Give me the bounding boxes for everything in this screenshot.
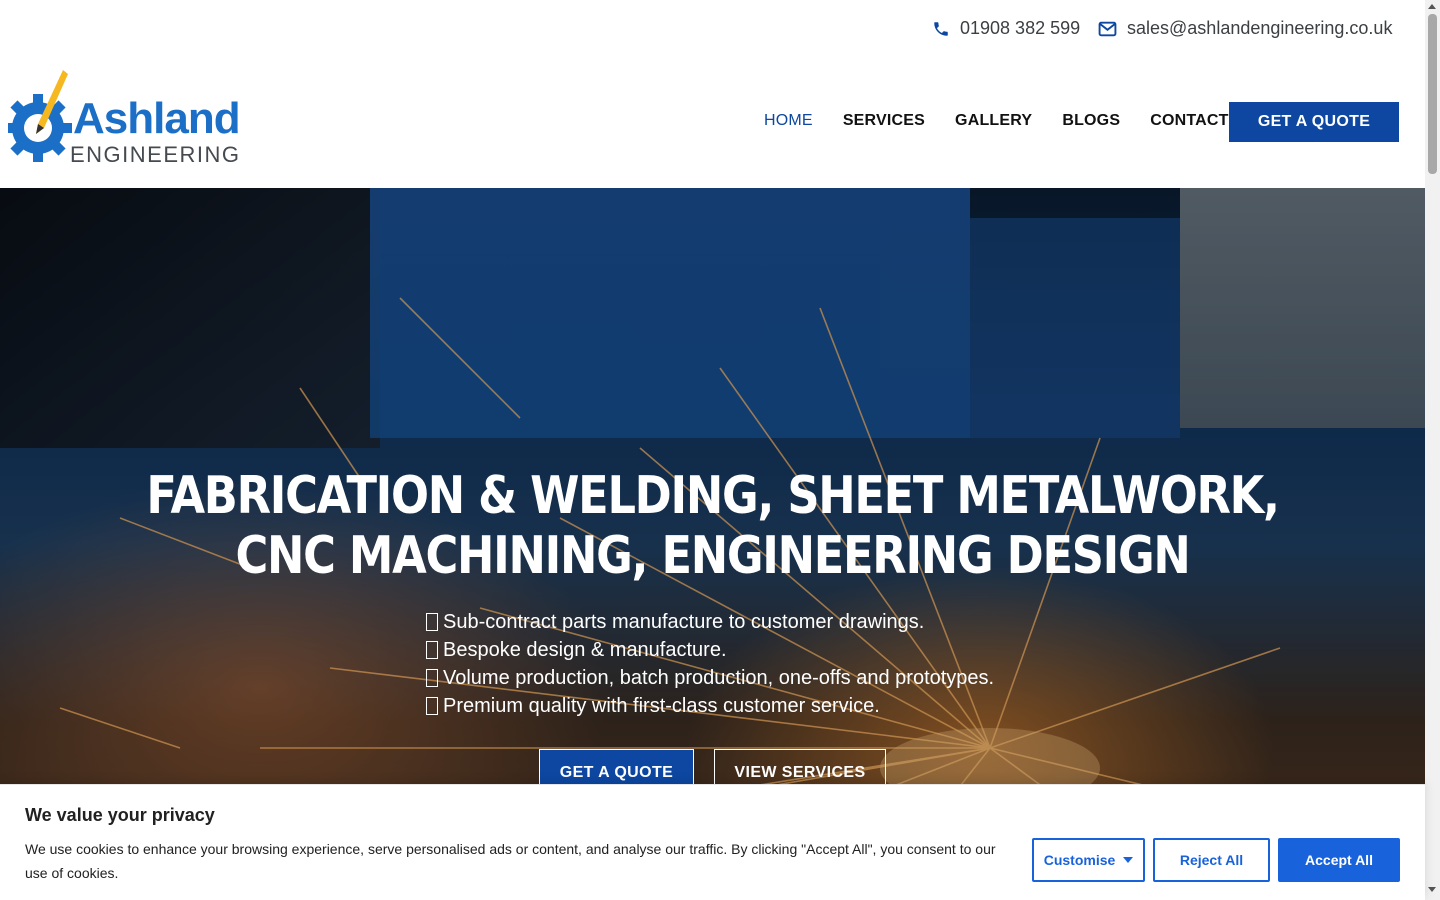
page-scrollbar[interactable] [1425,0,1440,900]
phone-link[interactable]: 01908 382 599 [932,18,1080,39]
caret-down-icon [1123,857,1134,863]
cookie-accept-all-button[interactable]: Accept All [1278,838,1400,882]
list-item-text: Volume production, batch production, one… [443,667,995,689]
scroll-down-arrow-icon[interactable] [1428,887,1436,892]
cookie-description: We use cookies to enhance your browsing … [25,841,996,881]
cookie-customise-label: Customise [1043,852,1116,868]
hero-title-line-1: FABRICATION & WELDING, SHEET METALWORK, [146,466,1280,526]
envelope-icon [1098,21,1117,36]
header-get-quote-button[interactable]: GET A QUOTE [1229,102,1399,142]
nav-blogs[interactable]: BLOGS [1062,112,1120,130]
hero-title-line-2: CNC MACHINING, ENGINEERING DESIGN [235,526,1190,586]
list-item: Volume production, batch production, one… [426,664,994,692]
list-item-text: Premium quality with first-class custome… [443,695,880,717]
scrollbar-thumb[interactable] [1428,14,1437,174]
nav-gallery[interactable]: GALLERY [955,112,1032,130]
check-icon [426,613,438,631]
nav-home[interactable]: HOME [764,112,813,130]
cookie-consent-banner: We value your privacy We use cookies to … [0,784,1425,900]
phone-number[interactable]: 01908 382 599 [960,18,1080,39]
cookie-reject-all-button[interactable]: Reject All [1153,838,1270,882]
list-item-text: Sub-contract parts manufacture to custom… [443,611,925,633]
phone-icon [934,21,948,36]
logo-subtitle: ENGINEERING [70,142,241,167]
list-item-text: Bespoke design & manufacture. [443,639,727,661]
list-item: Premium quality with first-class custome… [426,692,994,720]
list-item: Bespoke design & manufacture. [426,636,994,664]
check-icon [426,641,438,659]
hero-title: FABRICATION & WELDING, SHEET METALWORK, … [100,466,1326,586]
check-icon [426,669,438,687]
site-logo[interactable]: Ashland ENGINEERING [8,66,248,167]
email-address[interactable]: sales@ashlandengineering.co.uk [1127,18,1392,39]
gear-pencil-logo-icon [8,70,72,162]
list-item: Sub-contract parts manufacture to custom… [426,608,994,636]
nav-contact[interactable]: CONTACT [1150,112,1228,130]
nav-services[interactable]: SERVICES [843,112,925,130]
check-icon [426,697,438,715]
main-nav: HOME SERVICES GALLERY BLOGS CONTACT [764,112,1229,130]
logo-wordmark: Ashland [73,94,241,143]
scroll-up-arrow-icon[interactable] [1428,4,1436,9]
cookie-customise-button[interactable]: Customise [1032,838,1145,882]
hero-feature-list: Sub-contract parts manufacture to custom… [426,608,994,720]
email-link[interactable]: sales@ashlandengineering.co.uk [1098,18,1392,39]
top-contact-bar: 01908 382 599 sales@ashlandengineering.c… [0,0,1425,60]
cookie-title: We value your privacy [25,805,215,825]
